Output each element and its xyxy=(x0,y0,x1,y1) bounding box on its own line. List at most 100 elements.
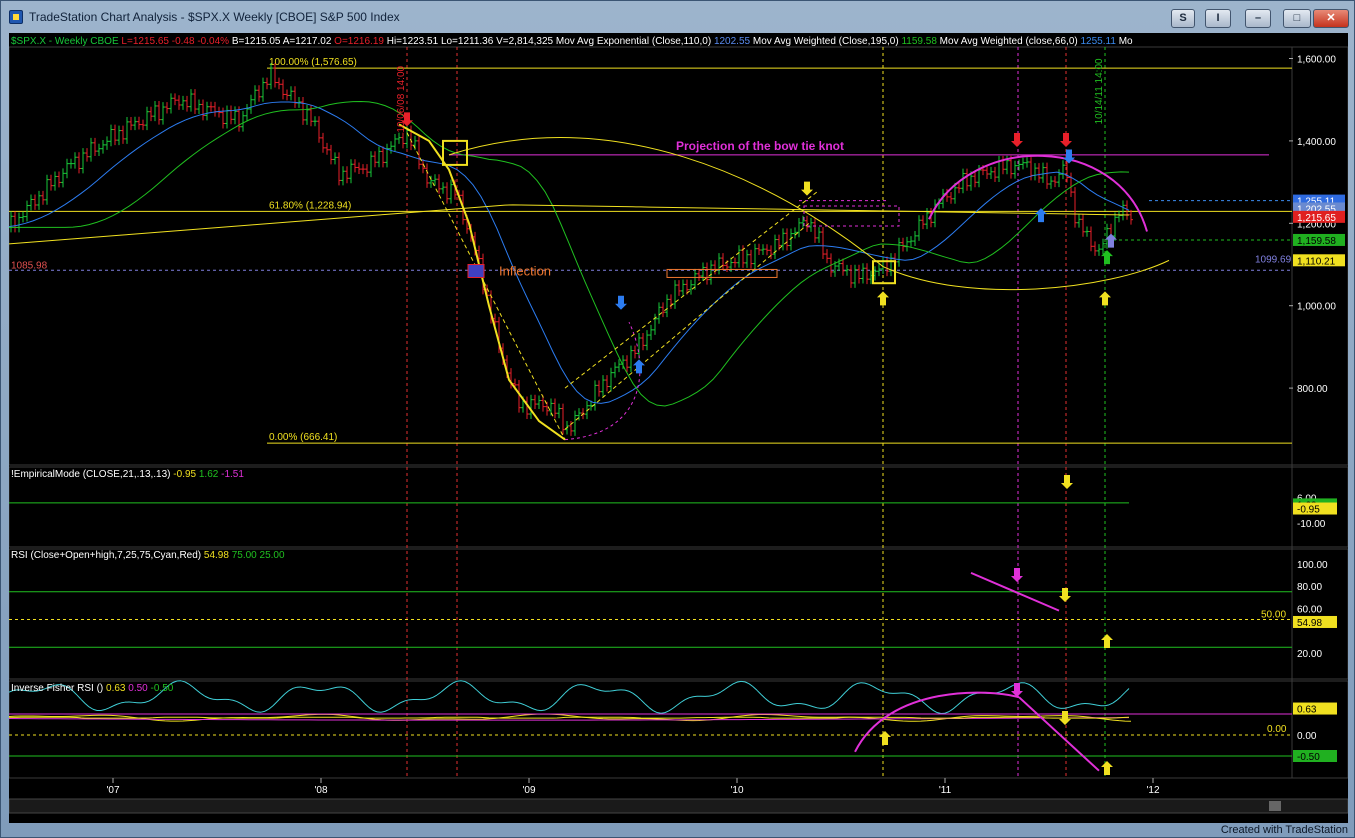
rsi-segment xyxy=(908,693,914,696)
bowtie-curve-down xyxy=(398,123,566,441)
rsi-segment xyxy=(380,710,386,713)
rsi-segment xyxy=(356,695,362,700)
rsi-segment xyxy=(448,682,454,687)
rsi-segment xyxy=(708,694,714,697)
rsi-segment xyxy=(736,680,742,683)
price-tick-label: 1,400.00 xyxy=(1297,137,1336,148)
rsi-segment xyxy=(752,686,758,691)
fisher-label: Inverse Fisher RSI () xyxy=(11,683,104,694)
rsi-segment xyxy=(836,696,842,702)
info-button[interactable]: I xyxy=(1205,9,1231,28)
rsi-segment xyxy=(828,703,834,708)
rsi-segment xyxy=(388,706,394,710)
arrow-yellow-up-icon xyxy=(1101,634,1113,648)
title-bar[interactable]: TradeStation Chart Analysis - $SPX.X Wee… xyxy=(1,1,1354,33)
horizontal-scrollbar[interactable] xyxy=(9,798,1348,814)
level-label-right: 1099.69 xyxy=(1255,255,1292,266)
emd-badge-text: -0.95 xyxy=(1297,505,1320,516)
rsi-segment xyxy=(852,683,858,687)
rsi-segment xyxy=(192,686,198,691)
rsi-segment xyxy=(368,707,374,711)
header-more: Mo xyxy=(1118,36,1133,47)
rsi-segment xyxy=(436,691,442,696)
arrow-yellow-down-icon xyxy=(1061,475,1073,489)
wma-195-line xyxy=(9,101,1130,407)
rsi-tick-label: 100.00 xyxy=(1297,560,1328,571)
rsi-segment xyxy=(116,702,122,705)
rsi-segment xyxy=(552,701,558,706)
rsi-segment xyxy=(1088,703,1094,705)
tradestation-logo-icon xyxy=(9,10,23,24)
maximize-button[interactable]: □ xyxy=(1283,9,1311,28)
header-open: O=1216.19 xyxy=(334,36,384,47)
footer-credit: Created with TradeStation xyxy=(1220,824,1348,836)
rsi-segment xyxy=(288,687,294,691)
rsi-segment xyxy=(360,699,366,705)
rsi-segment xyxy=(196,690,202,694)
rsi-segment xyxy=(964,695,970,700)
rsi-segment xyxy=(148,698,154,702)
rsi-segment xyxy=(636,695,642,701)
rsi-segment xyxy=(100,709,106,711)
arrow-yellow-up-icon xyxy=(877,291,889,306)
rsi-segment xyxy=(548,704,554,709)
rsi-segment xyxy=(824,706,830,709)
rsi-value-1: 54.98 xyxy=(203,550,229,561)
scrollbar-thumb[interactable] xyxy=(1269,801,1281,811)
symbol-link-button[interactable]: S xyxy=(1171,9,1195,28)
rsi-segment xyxy=(120,701,126,704)
rsi-segment xyxy=(1096,704,1102,707)
fisher-badge-text: 0.63 xyxy=(1297,705,1317,716)
rsi-segment xyxy=(788,703,794,706)
app-window: TradeStation Chart Analysis - $SPX.X Wee… xyxy=(0,0,1355,838)
arrow-yellow-down-icon xyxy=(1059,588,1071,602)
rsi-segment xyxy=(544,707,550,711)
panel-frame-2 xyxy=(9,548,1348,680)
rsi-segment xyxy=(716,691,722,695)
minimize-button[interactable]: – xyxy=(1245,9,1271,28)
wma195-value: 1159.58 xyxy=(901,36,937,47)
rsi-segment xyxy=(668,707,674,712)
rsi-segment xyxy=(200,693,206,697)
fib-618-label: 61.80% (1,228.94) xyxy=(269,200,351,211)
rsi-segment xyxy=(272,701,278,707)
rsi-segment xyxy=(556,696,562,702)
price-tick-label: 1,600.00 xyxy=(1297,55,1336,66)
rsi-value-3: 25.00 xyxy=(259,550,285,561)
header-ask: A=1217.02 xyxy=(282,36,332,47)
rsi-segment xyxy=(664,710,670,714)
rsi-segment xyxy=(660,712,666,714)
rsi-segment xyxy=(648,707,654,711)
rsi-segment xyxy=(92,708,98,711)
rsi-segment xyxy=(644,703,650,708)
chart-area[interactable]: 1,600.00 1,400.00 1,200.00 1,000.00 800.00 10… xyxy=(9,33,1348,823)
rsi-segment xyxy=(88,706,94,710)
rsi-segment xyxy=(520,703,526,706)
arrow-red-down-icon xyxy=(1060,133,1072,148)
fisher-badge-text: -0.50 xyxy=(1297,752,1320,763)
rsi-segment xyxy=(640,699,646,705)
ema-label: Mov Avg Exponential (Close,110,0) xyxy=(555,36,712,47)
rsi-segment xyxy=(84,703,90,708)
rsi-segment xyxy=(728,683,734,687)
close-button[interactable]: ✕ xyxy=(1313,9,1349,28)
chart-svg[interactable]: 1,600.001,400.001,200.001,000.00800.0010… xyxy=(9,33,1348,823)
header-symbol: $SPX.X - Weekly CBOE xyxy=(11,36,119,47)
rsi-segment xyxy=(404,699,410,702)
wma195-label: Mov Avg Weighted (Close,195,0) xyxy=(752,36,899,47)
rsi-segment xyxy=(1104,704,1110,707)
level-label-left: 1085.98 xyxy=(11,260,48,271)
rsi-segment xyxy=(392,704,398,708)
rsi-segment xyxy=(484,696,490,701)
arrow-yellow-up-icon xyxy=(1101,761,1113,775)
rsi-segment xyxy=(848,685,854,690)
rsi-segment xyxy=(532,708,538,711)
rsi-segment xyxy=(768,701,774,705)
rsi-segment xyxy=(952,705,958,710)
arrow-red-down-icon xyxy=(1011,133,1023,148)
rsi-segment xyxy=(720,688,726,693)
rsi-segment xyxy=(1116,696,1122,701)
arrow-yellow-up-icon xyxy=(1099,291,1111,306)
rsi-segment xyxy=(276,697,282,703)
rsi-segment xyxy=(772,703,778,706)
